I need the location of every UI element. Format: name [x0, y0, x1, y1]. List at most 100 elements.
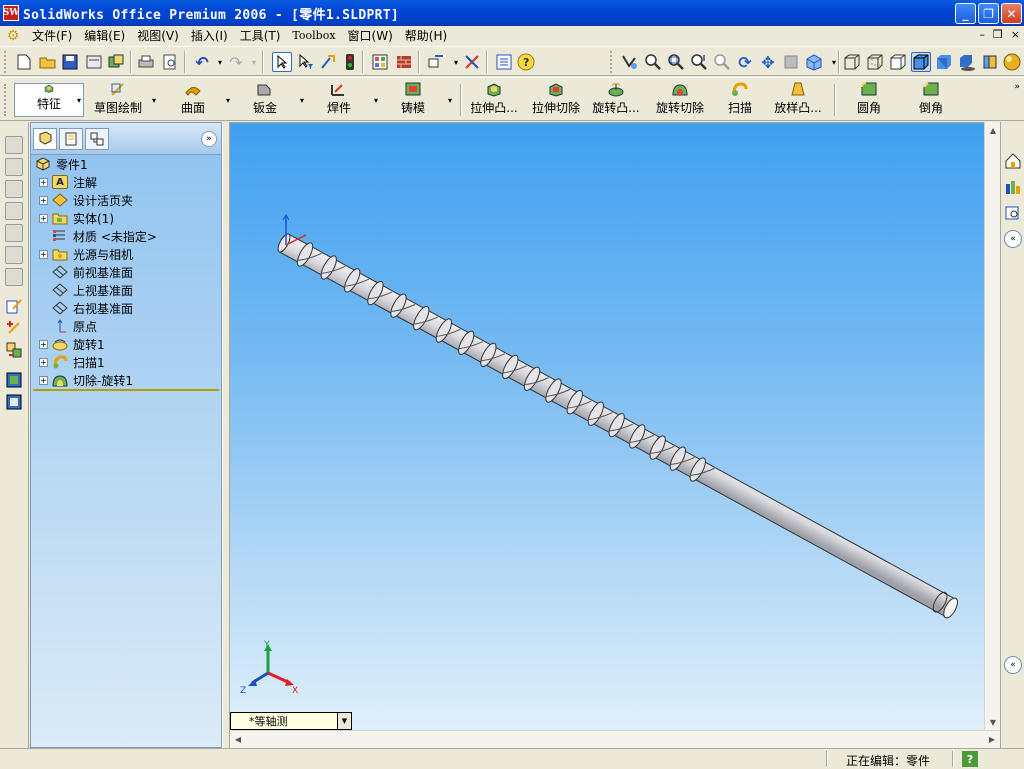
instant3d-icon[interactable] [4, 370, 24, 390]
doc-close-button[interactable]: × [1011, 28, 1020, 41]
model-screw-shaft[interactable] [230, 123, 984, 730]
redo-icon[interactable]: ↷ [226, 52, 246, 72]
horizontal-scrollbar[interactable]: ◀ ▶ [230, 730, 1000, 748]
configurationmanager-tab[interactable] [85, 127, 109, 150]
smart-dimension-icon[interactable] [4, 318, 24, 338]
zoom-to-fit-icon[interactable] [643, 52, 663, 72]
tree-item-sweep1[interactable]: + 扫描1 [39, 353, 105, 371]
toolbar-grip[interactable] [4, 51, 8, 73]
rebuild-sketch-icon[interactable] [318, 52, 338, 72]
tree-item-lights-cameras[interactable]: + 光源与相机 [39, 245, 133, 263]
collapse-panel-button[interactable]: » [201, 131, 217, 147]
rebuild-traffic-light-icon[interactable] [340, 52, 360, 72]
doc-restore-button[interactable]: ❐ [993, 28, 1003, 41]
mold-tools-tab-button[interactable]: 铸模 [392, 80, 434, 120]
section-view-icon[interactable] [980, 52, 1000, 72]
material-brick-icon[interactable] [394, 52, 414, 72]
scroll-up-icon[interactable]: ▲ [985, 122, 1001, 138]
sheet-metal-tab-button[interactable]: 钣金 [244, 80, 286, 120]
cut-disabled-icon[interactable] [5, 224, 23, 242]
view-orientation-dropdown-icon[interactable]: ▼ [337, 713, 351, 729]
features-tab-button[interactable]: 特征 [14, 83, 84, 117]
rollback-bar[interactable] [33, 389, 219, 391]
3d-sketch-disabled-icon[interactable] [5, 136, 23, 154]
solidworks-resources-home-icon[interactable] [1004, 152, 1022, 170]
rotate-view-icon[interactable]: ⟳ [735, 52, 755, 72]
zoom-to-area-icon[interactable] [666, 52, 686, 72]
expand-toggle[interactable]: + [39, 195, 48, 205]
propertymanager-tab[interactable] [59, 127, 83, 150]
shaded-icon[interactable] [934, 52, 954, 72]
scroll-left-icon[interactable]: ◀ [230, 731, 246, 747]
expand-toggle[interactable]: + [39, 357, 48, 367]
sketch-rectangle-icon[interactable] [426, 52, 446, 72]
close-button[interactable]: ✕ [1001, 3, 1022, 24]
tree-item-front-plane[interactable]: 前视基准面 [52, 263, 133, 281]
tree-root-part[interactable]: 零件1 [35, 155, 88, 173]
menu-edit[interactable]: 编辑(E) [78, 26, 131, 46]
select-filter-icon[interactable] [296, 52, 316, 72]
doc-minimize-button[interactable]: – [979, 28, 985, 41]
tree-item-design-binder[interactable]: + 设计活页夹 [39, 191, 133, 209]
view-orientation-label[interactable]: *等轴测 ▼ [230, 712, 352, 730]
tree-item-annotations[interactable]: + A 注解 [39, 173, 97, 191]
extruded-cut-button[interactable]: 拉伸切除 [528, 80, 584, 120]
quick-tips-help-icon[interactable]: ? [962, 751, 978, 767]
previous-view-icon[interactable] [620, 52, 640, 72]
view-toolbar-grip[interactable] [610, 51, 614, 73]
print-preview-icon[interactable] [160, 52, 180, 72]
scroll-right-icon[interactable]: ▶ [984, 731, 1000, 747]
3d-drawing-view-icon[interactable] [781, 52, 801, 72]
loft-disabled-icon[interactable] [5, 246, 23, 264]
tree-item-top-plane[interactable]: 上视基准面 [52, 281, 133, 299]
measure-icon[interactable] [462, 52, 482, 72]
expand-toggle[interactable]: + [39, 375, 48, 385]
tree-item-right-plane[interactable]: 右视基准面 [52, 299, 133, 317]
expand-toggle[interactable]: + [39, 339, 48, 349]
panel-splitter[interactable] [222, 122, 230, 748]
expand-task-pane-top-button[interactable]: « [1004, 230, 1022, 248]
wireframe-icon[interactable] [842, 52, 862, 72]
expand-toggle[interactable]: + [39, 213, 48, 223]
featuremanager-tab[interactable] [33, 127, 57, 150]
menu-window[interactable]: 窗口(W) [342, 26, 399, 46]
print-setup-icon[interactable] [84, 52, 104, 72]
view-orientation-dropdown-icon[interactable]: ▾ [824, 52, 844, 72]
print-icon[interactable] [136, 52, 156, 72]
features-dropdown-icon[interactable]: ▾ [77, 96, 81, 105]
expand-toggle[interactable]: + [39, 177, 48, 187]
edit-sketch-icon[interactable] [4, 296, 24, 316]
expand-task-pane-bottom-button[interactable]: « [1004, 656, 1022, 674]
pan-icon[interactable]: ✥ [758, 52, 778, 72]
file-explorer-icon[interactable] [1004, 204, 1022, 222]
extruded-boss-button[interactable]: 拉伸凸... [466, 80, 522, 120]
tree-item-cut-revolve1[interactable]: + 切除-旋转1 [39, 371, 133, 389]
vertical-scrollbar[interactable]: ▲ ▼ [984, 122, 1000, 730]
shadows-icon[interactable] [957, 52, 977, 72]
solidworks-menu-icon[interactable]: ⚙ [4, 27, 22, 45]
menu-tools[interactable]: 工具(T) [234, 26, 287, 46]
options-grid-icon[interactable] [370, 52, 390, 72]
quick-snaps-icon[interactable] [4, 392, 24, 412]
menu-help[interactable]: 帮助(H) [399, 26, 453, 46]
mold-tools-dropdown-icon[interactable]: ▾ [448, 96, 452, 105]
command-manager-grip[interactable] [4, 84, 8, 116]
make-drawing-icon[interactable] [106, 52, 126, 72]
command-manager-overflow-icon[interactable]: » [1014, 82, 1020, 92]
surfaces-dropdown-icon[interactable]: ▾ [226, 96, 230, 105]
minimize-button[interactable]: _ [955, 3, 976, 24]
new-document-icon[interactable] [14, 52, 34, 72]
menu-insert[interactable]: 插入(I) [185, 26, 234, 46]
sketch-tab-button[interactable]: 草图绘制 [92, 80, 144, 120]
design-library-icon[interactable] [1004, 178, 1022, 196]
sketch-plane-disabled-icon[interactable] [5, 158, 23, 176]
tree-item-revolve1[interactable]: + 旋转1 [39, 335, 105, 353]
realview-sphere-icon[interactable] [1002, 52, 1022, 72]
surfaces-tab-button[interactable]: 曲面 [172, 80, 214, 120]
hidden-lines-removed-icon[interactable] [888, 52, 908, 72]
redo-dropdown-icon[interactable]: ▾ [244, 52, 264, 72]
help-question-icon[interactable]: ? [516, 52, 536, 72]
maximize-button[interactable]: ❐ [978, 3, 999, 24]
shell-disabled-icon[interactable] [5, 268, 23, 286]
graphics-area[interactable]: Y X Z [230, 122, 984, 730]
